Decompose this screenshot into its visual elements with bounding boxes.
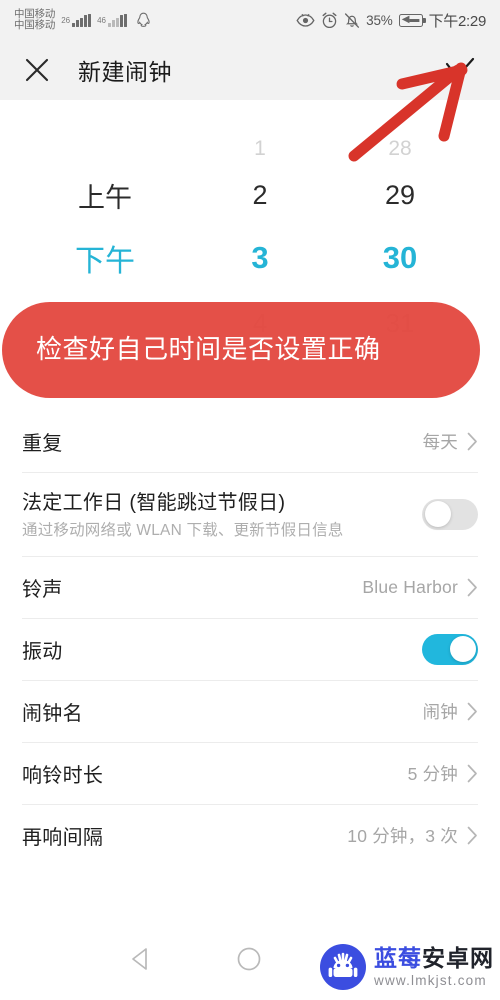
row-label-vibrate: 振动	[22, 640, 63, 663]
picker-ampm-selected[interactable]: 下午	[0, 236, 210, 280]
row-main: 重复	[22, 413, 423, 470]
chevron-right-icon	[467, 432, 478, 451]
toggle-knob	[424, 501, 451, 528]
network-type-sim2: 46	[97, 15, 106, 25]
row-main: 再响间隔	[22, 807, 347, 864]
watermark-title-blue: 蓝莓	[374, 944, 422, 971]
picker-minute-prev[interactable]: 29	[310, 180, 490, 211]
picker-row-prev[interactable]: 上午 2 29	[0, 172, 500, 218]
picker-minute-above[interactable]: 28	[310, 137, 490, 161]
row-value-repeat: 每天	[422, 431, 458, 452]
settings-row-repeat[interactable]: 重复 每天	[0, 410, 500, 472]
picker-ampm-prev[interactable]: 上午	[0, 176, 210, 215]
row-right: 闹钟	[423, 699, 478, 724]
signal-group-sim2: 46	[97, 13, 127, 27]
row-right	[422, 498, 478, 530]
site-watermark: 蓝莓安卓网 www.lmkjst.com	[320, 944, 494, 990]
settings-row-alarm-name[interactable]: 闹钟名 闹钟	[0, 680, 500, 743]
row-label-ring-duration: 响铃时长	[22, 764, 104, 787]
alarm-icon	[321, 12, 338, 29]
toggle-vibrate[interactable]	[422, 633, 478, 665]
signal-bars-icon-sim1	[72, 13, 92, 27]
picker-hour-selected[interactable]: 3	[210, 240, 310, 276]
row-label-alarm-name: 闹钟名	[22, 702, 83, 725]
settings-row-ringtone[interactable]: 铃声 Blue Harbor	[0, 556, 500, 619]
row-right	[422, 633, 478, 665]
chevron-right-icon	[467, 764, 478, 783]
confirm-check-button[interactable]	[442, 52, 478, 88]
watermark-text: 蓝莓安卓网 www.lmkjst.com	[374, 944, 494, 988]
status-bar-left: 中国移动 中国移动 26 46	[14, 8, 296, 31]
watermark-url: www.lmkjst.com	[374, 972, 487, 988]
row-right: Blue Harbor	[362, 577, 478, 598]
settings-row-vibrate[interactable]: 振动	[0, 618, 500, 681]
app-bar: 新建闹钟	[0, 40, 500, 100]
row-right: 每天	[423, 429, 478, 454]
status-bar: 中国移动 中国移动 26 46 35% ◀▬ 下午2:29	[0, 0, 500, 40]
chevron-right-icon	[467, 826, 478, 845]
signal-bars-icon-sim2	[107, 13, 127, 27]
row-main: 法定工作日 (智能跳过节假日) 通过移动网络或 WLAN 下载、更新节假日信息	[22, 472, 422, 556]
row-main: 闹钟名	[22, 683, 423, 740]
watermark-title-dark: 安卓网	[422, 944, 494, 971]
status-bar-right: 35% ◀▬ 下午2:29	[296, 10, 486, 31]
battery-percent: 35%	[366, 12, 393, 28]
mute-icon	[344, 12, 360, 29]
eye-comfort-icon	[296, 13, 315, 28]
row-main: 铃声	[22, 559, 362, 616]
signal-group-sim1: 26	[61, 13, 92, 27]
picker-hour-prev[interactable]: 2	[210, 180, 310, 211]
back-triangle-icon[interactable]	[128, 946, 154, 977]
row-main: 响铃时长	[22, 745, 408, 802]
row-right: 10 分钟，3 次	[347, 823, 478, 848]
row-label-workday: 法定工作日 (智能跳过节假日)	[22, 492, 286, 514]
toggle-workday[interactable]	[422, 498, 478, 530]
network-type-sim1: 26	[61, 15, 71, 25]
settings-row-workday[interactable]: 法定工作日 (智能跳过节假日) 通过移动网络或 WLAN 下载、更新节假日信息	[0, 472, 500, 557]
carrier-labels: 中国移动 中国移动	[14, 8, 56, 31]
battery-charging-icon: ◀▬	[398, 13, 426, 27]
row-value-ring-duration: 5 分钟	[407, 763, 458, 784]
row-label-snooze: 再响间隔	[22, 826, 104, 849]
annotation-banner: 检查好自己时间是否设置正确	[2, 302, 480, 398]
phone-screen: 中国移动 中国移动 26 46 35% ◀▬ 下午2:29 新建闹钟 1 28 …	[0, 0, 500, 1000]
close-button[interactable]	[22, 55, 52, 85]
row-value-alarm-name: 闹钟	[422, 701, 458, 722]
watermark-title: 蓝莓安卓网	[374, 944, 494, 971]
carrier-name-sim2: 中国移动	[14, 19, 56, 31]
alarm-settings-list: 重复 每天 法定工作日 (智能跳过节假日) 通过移动网络或 WLAN 下载、更新…	[0, 410, 500, 867]
android-robot-logo-icon	[320, 944, 366, 990]
row-right: 5 分钟	[408, 761, 478, 786]
picker-row-above[interactable]: 1 28	[0, 128, 500, 170]
annotation-banner-text: 检查好自己时间是否设置正确	[36, 334, 381, 365]
picker-hour-above[interactable]: 1	[210, 137, 310, 161]
picker-row-selected[interactable]: 下午 3 30	[0, 232, 500, 284]
row-value-snooze: 10 分钟，3 次	[347, 825, 458, 846]
row-label-repeat: 重复	[22, 432, 63, 455]
picker-minute-selected[interactable]: 30	[310, 240, 490, 276]
chevron-right-icon	[467, 578, 478, 597]
row-main: 振动	[22, 621, 422, 678]
row-label-ringtone: 铃声	[22, 578, 63, 601]
home-circle-icon[interactable]	[236, 946, 262, 977]
charging-bolt-icon: ◀▬	[401, 14, 420, 25]
toggle-knob	[449, 636, 476, 663]
status-bar-clock: 下午2:29	[428, 12, 487, 30]
settings-row-snooze[interactable]: 再响间隔 10 分钟，3 次	[0, 804, 500, 867]
row-sub-workday: 通过移动网络或 WLAN 下载、更新节假日信息	[22, 522, 344, 539]
settings-row-ring-duration[interactable]: 响铃时长 5 分钟	[0, 742, 500, 805]
qq-icon	[136, 12, 151, 28]
page-title: 新建闹钟	[78, 59, 172, 85]
chevron-right-icon	[467, 702, 478, 721]
row-value-ringtone: Blue Harbor	[362, 576, 458, 597]
